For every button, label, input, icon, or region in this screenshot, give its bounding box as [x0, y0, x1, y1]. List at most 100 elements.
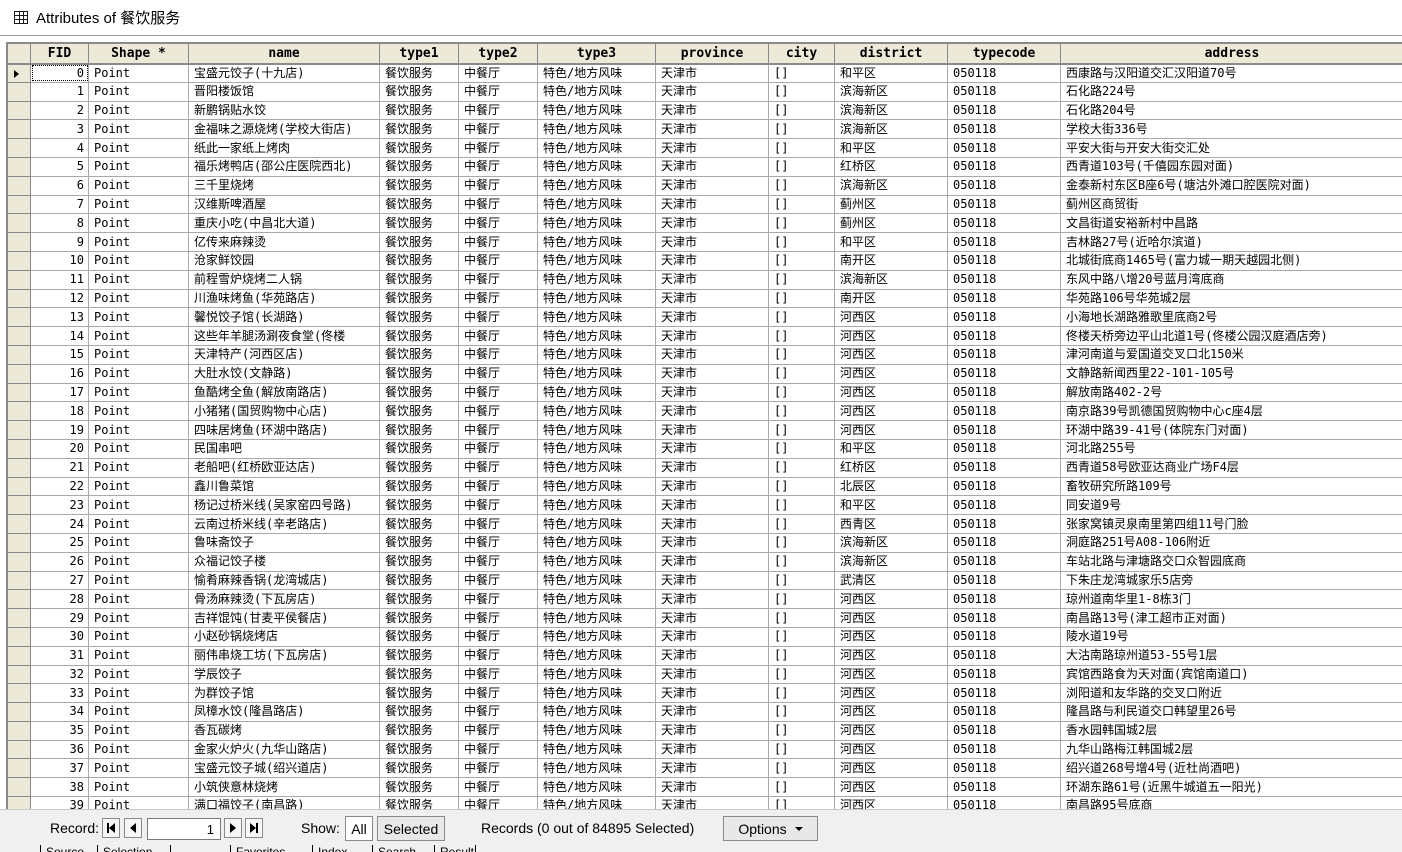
table-cell[interactable]: 特色/地方风味 [537, 194, 656, 215]
row-selector[interactable] [7, 382, 31, 403]
table-cell[interactable]: 大沽南路琼州道53-55号1层 [1060, 645, 1402, 666]
table-cell[interactable]: 新鹏锅贴水饺 [188, 100, 380, 121]
table-cell[interactable]: 050118 [947, 551, 1061, 572]
table-cell[interactable]: 050118 [947, 401, 1061, 422]
table-cell[interactable]: 餐饮服务 [379, 438, 459, 459]
table-cell[interactable]: 老船吧(红桥欧亚达店) [188, 457, 380, 478]
table-cell[interactable]: 西青道103号(千僖园东园对面) [1060, 156, 1402, 177]
table-cell[interactable]: 小海地长湖路雅歌里底商2号 [1060, 307, 1402, 328]
table-cell[interactable]: 金家火炉火(九华山路店) [188, 739, 380, 760]
table-cell[interactable]: Point [88, 495, 189, 516]
table-cell[interactable]: 小赵砂锅烧烤店 [188, 626, 380, 647]
table-cell[interactable]: 特色/地方风味 [537, 175, 656, 196]
table-cell[interactable]: 特色/地方风味 [537, 81, 656, 102]
table-cell[interactable]: 中餐厅 [458, 645, 538, 666]
table-cell[interactable]: 天津市 [655, 326, 769, 346]
table-cell[interactable]: [] [768, 438, 835, 459]
table-cell[interactable]: 福乐烤鸭店(邵公庄医院西北) [188, 156, 380, 177]
table-cell[interactable]: 050118 [947, 758, 1061, 779]
table-cell[interactable]: [] [768, 551, 835, 572]
table-row[interactable]: 8 Point 重庆小吃(中昌北大道) 餐饮服务 中餐厅 特色/地方风味 天津市[] 蓟州区 0… [7, 213, 1402, 234]
table-cell[interactable]: 050118 [947, 81, 1061, 102]
table-row[interactable]: 23 Point 杨记过桥米线(吴家窑四号路) 餐饮服务 中餐厅 特色/地方风味 天津市[]… [7, 495, 1402, 516]
table-cell[interactable]: 20 [30, 438, 89, 459]
table-cell[interactable]: 中餐厅 [458, 307, 538, 328]
row-selector[interactable] [7, 683, 31, 704]
table-cell[interactable]: 中餐厅 [458, 138, 538, 158]
table-cell[interactable]: 西青区 [834, 514, 948, 534]
table-cell[interactable]: 滨海新区 [834, 100, 948, 121]
table-cell[interactable]: 特色/地方风味 [537, 457, 656, 478]
table-cell[interactable]: 中餐厅 [458, 551, 538, 572]
table-cell[interactable]: 亿传来麻辣烫 [188, 232, 380, 252]
table-cell[interactable]: 特色/地方风味 [537, 363, 656, 384]
bottom-tab[interactable]: Index [312, 845, 347, 852]
table-cell[interactable]: 南开区 [834, 288, 948, 309]
table-cell[interactable]: 馨悦饺子馆(长湖路) [188, 307, 380, 328]
table-cell[interactable]: 天津市 [655, 551, 769, 572]
table-cell[interactable]: 餐饮服务 [379, 514, 459, 534]
bottom-tab[interactable] [170, 845, 176, 852]
row-selector[interactable] [7, 175, 31, 196]
table-cell[interactable]: 050118 [947, 156, 1061, 177]
row-selector[interactable] [7, 119, 31, 140]
table-cell[interactable]: 特色/地方风味 [537, 739, 656, 760]
table-cell[interactable]: 特色/地方风味 [537, 664, 656, 685]
table-cell[interactable]: 特色/地方风味 [537, 476, 656, 497]
table-cell[interactable]: 鲁味斋饺子 [188, 532, 380, 553]
table-cell[interactable]: [] [768, 796, 835, 809]
table-cell[interactable]: 050118 [947, 100, 1061, 121]
table-cell[interactable]: 餐饮服务 [379, 63, 459, 83]
table-cell[interactable]: Point [88, 739, 189, 760]
table-cell[interactable]: 河西区 [834, 683, 948, 704]
table-cell[interactable]: 32 [30, 664, 89, 685]
table-row[interactable]: 29 Point 吉祥馄饨(甘麦平侯餐店) 餐饮服务 中餐厅 特色/地方风味 天津市[] 河西… [7, 608, 1402, 628]
table-cell[interactable]: Point [88, 664, 189, 685]
table-cell[interactable]: 南昌路13号(津工超市正对面) [1060, 608, 1402, 628]
table-cell[interactable]: 绍兴道268号增4号(近杜尚酒吧) [1060, 758, 1402, 779]
table-row[interactable]: 7 Point 汉维斯啤酒屋 餐饮服务 中餐厅 特色/地方风味 天津市[] 蓟州区 050118… [7, 194, 1402, 215]
table-cell[interactable]: 餐饮服务 [379, 796, 459, 809]
table-cell[interactable]: 050118 [947, 194, 1061, 215]
bottom-tab[interactable]: Selection [97, 845, 152, 852]
table-cell[interactable]: [] [768, 213, 835, 234]
table-cell[interactable]: 川渔味烤鱼(华苑路店) [188, 288, 380, 309]
table-cell[interactable]: 050118 [947, 514, 1061, 534]
table-cell[interactable]: Point [88, 250, 189, 271]
table-row[interactable]: 38 Point 小筑侠意林烧烤 餐饮服务 中餐厅 特色/地方风味 天津市[] 河西区 0501… [7, 777, 1402, 798]
table-cell[interactable]: 中餐厅 [458, 438, 538, 459]
column-header[interactable]: Shape * [88, 43, 189, 65]
table-cell[interactable]: 餐饮服务 [379, 476, 459, 497]
table-cell[interactable]: 天津市 [655, 570, 769, 591]
table-cell[interactable]: 天津特产(河西区店) [188, 344, 380, 365]
table-cell[interactable]: 餐饮服务 [379, 344, 459, 365]
table-row[interactable]: 14 Point 这些年羊腿汤涮夜食堂(佟楼 餐饮服务 中餐厅 特色/地方风味 天津市[] 河… [7, 326, 1402, 346]
table-cell[interactable]: [] [768, 100, 835, 121]
table-cell[interactable]: 河西区 [834, 608, 948, 628]
table-cell[interactable]: 17 [30, 382, 89, 403]
table-cell[interactable]: 东风中路八增20号蓝月湾底商 [1060, 269, 1402, 290]
table-cell[interactable]: 河西区 [834, 344, 948, 365]
table-cell[interactable]: 隆昌路与利民道交口韩望里26号 [1060, 702, 1402, 722]
first-record-button[interactable] [102, 818, 120, 838]
table-cell[interactable]: 中餐厅 [458, 288, 538, 309]
table-row[interactable]: 11 Point 前程雪炉烧烤二人锅 餐饮服务 中餐厅 特色/地方风味 天津市[] 滨海新区 0… [7, 269, 1402, 290]
table-cell[interactable]: 天津市 [655, 532, 769, 553]
table-cell[interactable]: 环湖东路61号(近黑牛城道五一阳光) [1060, 777, 1402, 798]
table-cell[interactable]: 天津市 [655, 81, 769, 102]
table-cell[interactable]: 050118 [947, 777, 1061, 798]
table-cell[interactable]: 29 [30, 608, 89, 628]
table-cell[interactable]: 中餐厅 [458, 739, 538, 760]
table-cell[interactable]: 餐饮服务 [379, 307, 459, 328]
table-cell[interactable]: [] [768, 269, 835, 290]
table-cell[interactable]: 宝盛元饺子(十九店) [188, 63, 380, 83]
table-cell[interactable]: 050118 [947, 363, 1061, 384]
table-cell[interactable]: [] [768, 420, 835, 440]
table-cell[interactable]: 餐饮服务 [379, 739, 459, 760]
table-cell[interactable]: Point [88, 100, 189, 121]
table-cell[interactable]: 中餐厅 [458, 269, 538, 290]
table-cell[interactable]: 天津市 [655, 796, 769, 809]
table-cell[interactable]: 特色/地方风味 [537, 702, 656, 722]
table-cell[interactable]: 33 [30, 683, 89, 704]
table-cell[interactable]: 天津市 [655, 420, 769, 440]
